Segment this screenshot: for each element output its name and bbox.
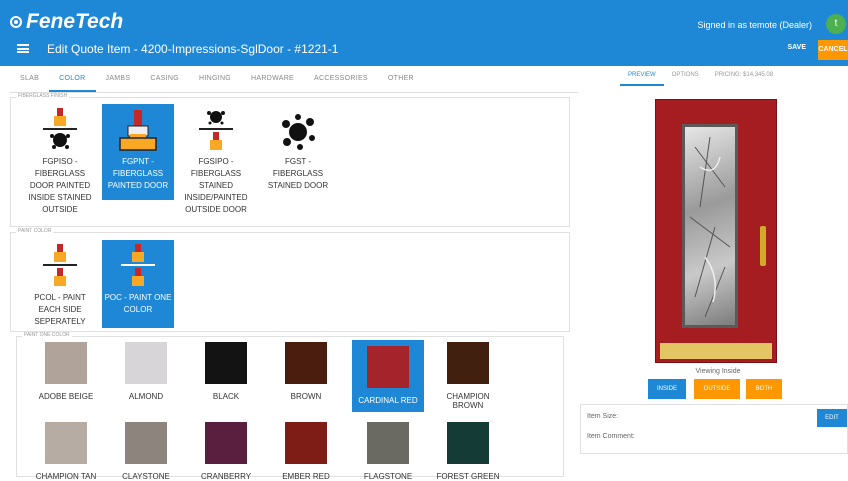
finish-option-fgsipo[interactable]: FGSIPO - FIBERGLASS STAINED INSIDE/PAINT… [180, 104, 252, 216]
item-tabs: SLAB COLOR JAMBS CASING HINGING HARDWARE… [10, 66, 424, 92]
finish-option-fgpiso[interactable]: FGPISO - FIBERGLASS DOOR PAINTED INSIDE … [24, 104, 96, 216]
menu-icon[interactable] [17, 44, 29, 53]
paint-option-label: POC - PAINT ONE COLOR [104, 293, 172, 314]
swatch-claystone[interactable]: CLAYSTONE [110, 416, 182, 481]
glass-pattern-icon [689, 136, 731, 318]
color-swatch [447, 342, 489, 384]
tab-hinging[interactable]: HINGING [189, 66, 241, 92]
app-header: FeneTech Signed in as temote (Dealer) t … [0, 0, 848, 66]
swatch-label: CHAMPION BROWN [446, 392, 490, 410]
color-swatch [367, 422, 409, 464]
inside-view-button[interactable]: INSIDE [648, 379, 686, 399]
preview-tabs: PREVIEW OPTIONS PRICING: $14,345.08 [620, 66, 781, 86]
finish-option-fgst[interactable]: FGST - FIBERGLASS STAINED DOOR [262, 104, 334, 190]
paint-option-label: PCOL - PAINT EACH SIDE SEPERATELY [34, 293, 86, 326]
paint-stain-split-icon [24, 104, 96, 156]
swatch-almond[interactable]: ALMOND [110, 336, 182, 416]
fiberglass-finish-label: FIBERGLASS FINISH [16, 93, 70, 99]
finish-option-label: FGSIPO - FIBERGLASS STAINED INSIDE/PAINT… [184, 157, 248, 214]
viewing-status: Viewing Inside [695, 368, 741, 375]
stain-paint-split-icon [180, 104, 252, 156]
paint-option-poc[interactable]: POC - PAINT ONE COLOR [102, 240, 174, 328]
paint-both-sides-icon [24, 240, 96, 292]
color-swatch [285, 342, 327, 384]
color-swatch [205, 342, 247, 384]
swatch-label: BROWN [290, 392, 322, 401]
tab-jambs[interactable]: JAMBS [96, 66, 141, 92]
swatch-flagstone[interactable]: FLAGSTONE [352, 416, 424, 481]
outside-view-button[interactable]: OUTSIDE [694, 379, 740, 399]
color-swatch [125, 422, 167, 464]
tab-other[interactable]: OTHER [378, 66, 424, 92]
swatch-label: ADOBE BEIGE [38, 392, 94, 401]
tab-slab[interactable]: SLAB [10, 66, 49, 92]
swatch-cranberry[interactable]: CRANBERRY [190, 416, 262, 481]
tab-preview[interactable]: PREVIEW [620, 66, 664, 86]
finish-option-label: FGPISO - FIBERGLASS DOOR PAINTED INSIDE … [28, 157, 92, 214]
tab-divider [10, 92, 578, 93]
door-threshold [660, 343, 772, 359]
swatch-adobe-beige[interactable]: ADOBE BEIGE [30, 336, 102, 416]
door-handle [760, 226, 766, 266]
tab-pricing[interactable]: PRICING: $14,345.08 [707, 66, 781, 86]
swatch-label: BLACK [212, 392, 240, 401]
color-swatch [447, 422, 489, 464]
color-swatch [45, 422, 87, 464]
cancel-button[interactable]: CANCEL [818, 40, 848, 60]
door-preview [655, 99, 777, 363]
brand-logo: FeneTech [10, 10, 123, 34]
swatch-brown[interactable]: BROWN [270, 336, 342, 416]
swatch-black[interactable]: BLACK [190, 336, 262, 416]
swatch-ember-red[interactable]: EMBER RED [270, 416, 342, 481]
user-avatar[interactable]: t [826, 14, 846, 34]
item-comment-label: Item Comment: [587, 433, 635, 440]
swatch-forest-green[interactable]: FOREST GREEN [432, 416, 504, 481]
tab-accessories[interactable]: ACCESSORIES [304, 66, 378, 92]
color-swatch [125, 342, 167, 384]
finish-option-label: FGST - FIBERGLASS STAINED DOOR [267, 157, 329, 190]
paint-color-label: PAINT COLOR [16, 228, 54, 234]
color-swatch [285, 422, 327, 464]
edit-button[interactable]: EDIT [817, 409, 847, 427]
swatch-label: CARDINAL RED [358, 396, 418, 405]
signed-in-text: Signed in as temote (Dealer) [697, 20, 812, 30]
save-button[interactable]: SAVE [787, 44, 806, 51]
page-title: Edit Quote Item - 4200-Impressions-SglDo… [47, 42, 339, 56]
tab-casing[interactable]: CASING [140, 66, 189, 92]
swatch-champion-brown[interactable]: CHAMPION BROWN [432, 336, 504, 416]
door-glass-panel [682, 124, 738, 328]
item-size-label: Item Size: [587, 413, 619, 420]
tab-color[interactable]: COLOR [49, 66, 96, 92]
brand-name: FeneTech [26, 10, 124, 33]
paint-brush-icon [102, 104, 174, 156]
swatch-champion-tan[interactable]: CHAMPION TAN [30, 416, 102, 481]
finish-option-fgpnt[interactable]: FGPNT - FIBERGLASS PAINTED DOOR [102, 104, 174, 200]
both-view-button[interactable]: BOTH [746, 379, 782, 399]
swatch-label: ALMOND [128, 392, 164, 401]
color-swatch [205, 422, 247, 464]
item-info-panel: Item Size: Item Comment: EDIT [580, 404, 848, 454]
tab-options[interactable]: OPTIONS [664, 66, 707, 86]
stain-splat-icon [262, 104, 334, 156]
swatch-cardinal-red[interactable]: CARDINAL RED [352, 340, 424, 412]
finish-option-label: FGPNT - FIBERGLASS PAINTED DOOR [107, 157, 169, 190]
color-swatch [45, 342, 87, 384]
paint-one-color-icon [102, 240, 174, 292]
tab-hardware[interactable]: HARDWARE [241, 66, 304, 92]
paint-option-pcol[interactable]: PCOL - PAINT EACH SIDE SEPERATELY [24, 240, 96, 328]
fenetech-logo-icon [10, 16, 22, 28]
color-swatch [367, 346, 409, 388]
